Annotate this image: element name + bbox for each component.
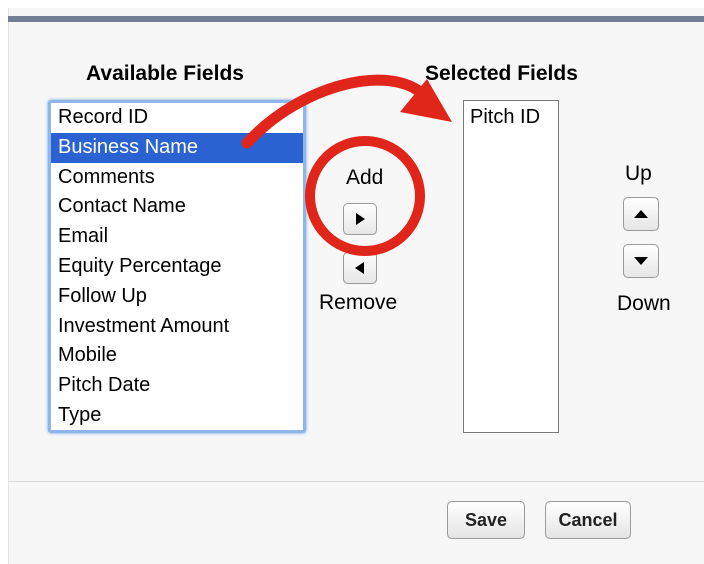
selected-fields-label: Selected Fields — [425, 62, 578, 85]
cancel-button[interactable]: Cancel — [545, 501, 631, 539]
remove-button[interactable] — [343, 252, 377, 284]
list-item[interactable]: Record ID — [51, 103, 303, 133]
list-item-selected[interactable]: Business Name — [51, 132, 303, 163]
triangle-left-icon — [355, 262, 364, 274]
list-item[interactable]: Mobile — [51, 341, 303, 371]
list-item[interactable]: Contact Name — [51, 192, 303, 222]
list-item[interactable]: Follow Up — [51, 282, 303, 312]
list-item[interactable]: Email — [51, 222, 303, 252]
triangle-right-icon — [356, 213, 365, 225]
triangle-down-icon — [634, 257, 648, 265]
footer-divider — [8, 481, 704, 482]
list-item[interactable]: Pitch ID — [464, 101, 558, 130]
selected-fields-list[interactable]: Pitch ID — [463, 100, 559, 433]
down-button[interactable] — [623, 244, 659, 278]
list-item[interactable]: Comments — [51, 163, 303, 193]
list-item[interactable]: Investment Amount — [51, 312, 303, 342]
list-item[interactable]: Equity Percentage — [51, 252, 303, 282]
triangle-up-icon — [634, 210, 648, 218]
list-item[interactable]: Pitch Date — [51, 371, 303, 401]
remove-label: Remove — [319, 291, 398, 314]
up-button[interactable] — [623, 197, 659, 231]
header-bar — [8, 16, 704, 22]
list-item[interactable]: Type — [51, 401, 303, 430]
up-label: Up — [625, 162, 652, 185]
available-fields-label: Available Fields — [86, 62, 244, 85]
down-label: Down — [617, 292, 671, 315]
save-button[interactable]: Save — [447, 501, 525, 539]
add-label: Add — [346, 166, 384, 189]
add-button[interactable] — [343, 203, 377, 235]
available-fields-list[interactable]: Record ID Business Name Comments Contact… — [48, 100, 306, 433]
